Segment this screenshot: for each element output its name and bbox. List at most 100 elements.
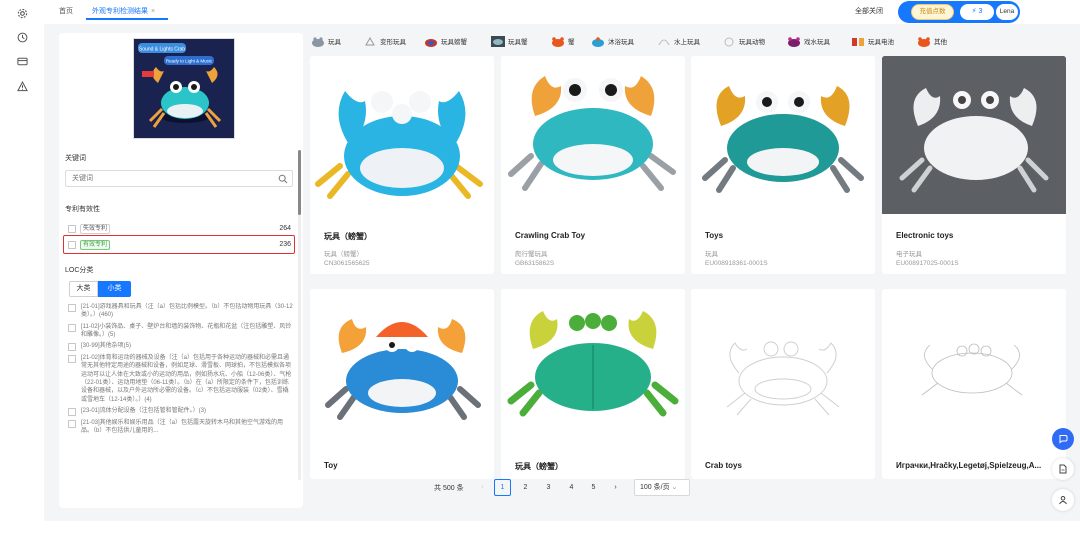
tab-detection-results[interactable]: 外观专利检测结果 × xyxy=(92,6,155,18)
card-icon[interactable] xyxy=(16,55,28,67)
category-item[interactable]: 玩具动物 xyxy=(721,31,765,51)
loc-list: [21-01]游戏器具和玩具（注（a）包括比例模型。（b）不包括动物用玩具（30… xyxy=(65,303,293,503)
keyword-input[interactable] xyxy=(66,171,266,186)
list-item[interactable]: [11-02]小装饰品、桌子、壁炉台和墙的装饰物、花瓶和花盆（注包括雕塑、风铃和… xyxy=(65,323,293,340)
loc-tab-major[interactable]: 大类 xyxy=(69,281,98,297)
per-page-value: 100 条/页 xyxy=(640,484,670,491)
crab-toy-icon xyxy=(312,36,324,47)
chat-icon[interactable] xyxy=(1052,428,1074,450)
thumb-subline: Ready to Light & Music xyxy=(166,59,213,64)
other-icon xyxy=(918,36,930,47)
category-label: 玩具蟹 xyxy=(508,39,528,46)
category-item[interactable]: 玩具螃蟹 xyxy=(423,31,467,51)
category-item[interactable]: 变形玩具 xyxy=(362,31,406,51)
active-tab-underline xyxy=(86,18,168,20)
user-icon[interactable] xyxy=(1052,489,1074,511)
result-card[interactable]: Игрaчки,Hračky,Legetøj,Spielzeug,A... xyxy=(882,289,1066,479)
card-image xyxy=(310,289,494,429)
result-card[interactable]: 玩具（螃蟹） 玩具（螃蟹） CN3061565625 xyxy=(310,56,494,274)
validity-option-invalid[interactable]: 失效专利 264 xyxy=(65,222,293,235)
category-item[interactable]: 水上玩具 xyxy=(656,31,700,51)
checkbox[interactable] xyxy=(68,343,76,352)
page-button-1[interactable]: 1 xyxy=(494,479,511,496)
page-button-5[interactable]: 5 xyxy=(585,479,602,496)
history-icon[interactable] xyxy=(16,31,28,43)
warning-icon[interactable] xyxy=(16,80,28,92)
list-item[interactable]: [21-03]其他娱乐和娱乐用品（注（a）包括露天旋转木马和其他空气游戏的用品。… xyxy=(65,419,293,436)
page-button-4[interactable]: 4 xyxy=(563,479,580,496)
result-card[interactable]: Toys 玩具 EU008918361-0001S xyxy=(691,56,875,274)
loc-item-text: [21-03]其他娱乐和娱乐用品（注（a）包括露天旋转木马和其他空气游戏的用品。… xyxy=(81,419,284,435)
recharge-button[interactable]: 充值点数 xyxy=(911,4,954,20)
card-image xyxy=(691,56,875,214)
loc-item-text: [23-01]流体分配设备（注包括管和管配件。）(3) xyxy=(81,407,207,414)
category-item[interactable]: 蟹 xyxy=(550,31,575,51)
page-button-3[interactable]: 3 xyxy=(540,479,557,496)
list-item[interactable]: [21-02]体育和运动的器械及设备（注（a）包括用于各种运动的器械和必需且通常… xyxy=(65,354,293,404)
water-toy-icon xyxy=(658,39,670,45)
close-all-button[interactable]: 全部关闭 xyxy=(855,6,883,18)
page-button-2[interactable]: 2 xyxy=(517,479,534,496)
category-item[interactable]: 玩具电池 xyxy=(850,31,894,51)
category-item[interactable]: 戏水玩具 xyxy=(786,31,830,51)
validity-label: 专利有效性 xyxy=(65,206,100,213)
close-icon[interactable]: × xyxy=(151,8,155,15)
checkbox[interactable] xyxy=(68,407,76,416)
result-card[interactable]: Crab toys xyxy=(691,289,875,479)
list-item[interactable]: [21-01]游戏器具和玩具（注（a）包括比例模型。（b）不包括动物用玩具（30… xyxy=(65,303,293,320)
category-label: 玩具螃蟹 xyxy=(441,39,467,46)
scrollbar-thumb[interactable] xyxy=(298,150,301,215)
list-item[interactable]: [30-99]其他杂项(5) xyxy=(65,342,293,352)
result-card[interactable]: Toy xyxy=(310,289,494,479)
battery-toy-icon xyxy=(852,37,864,46)
card-title: Crawling Crab Toy xyxy=(515,231,586,240)
checkbox[interactable] xyxy=(68,323,76,332)
next-page-button[interactable]: › xyxy=(607,479,624,496)
checkbox[interactable] xyxy=(68,419,76,428)
highlight-box xyxy=(63,235,295,254)
document-icon[interactable] xyxy=(1052,458,1074,480)
card-image xyxy=(310,56,494,214)
loc-item-text: [21-01]游戏器具和玩具（注（a）包括比例模型。（b）不包括动物用玩具（30… xyxy=(81,304,293,319)
points-badge[interactable]: ⚡ 3 xyxy=(960,4,994,20)
card-image xyxy=(882,56,1066,214)
category-item[interactable]: 其他 xyxy=(916,31,947,51)
category-item[interactable]: 玩具 xyxy=(310,31,341,51)
card-title: 玩具（螃蟹） xyxy=(515,462,563,471)
tab-home[interactable]: 首页 xyxy=(59,6,73,18)
loc-item-text: [11-02]小装饰品、桌子、壁炉台和墙的装饰物、花瓶和花盆（注包括雕塑、风铃和… xyxy=(81,323,292,338)
card-title: Crab toys xyxy=(705,461,742,470)
category-item[interactable]: 玩具蟹 xyxy=(490,31,528,51)
toy-crab-icon xyxy=(425,38,437,47)
list-item[interactable]: [23-01]流体分配设备（注包括管和管配件。）(3) xyxy=(65,407,293,416)
result-card[interactable]: Crawling Crab Toy 爬行蟹玩具 GB6315862S xyxy=(501,56,685,274)
checkbox[interactable] xyxy=(68,224,76,233)
left-rail xyxy=(0,0,44,557)
result-card[interactable]: 玩具（螃蟹） xyxy=(501,289,685,479)
result-card[interactable]: Electronic toys 电子玩具 EU008917025-0001S xyxy=(882,56,1066,274)
prev-page-button[interactable]: ‹ xyxy=(474,479,491,496)
card-image xyxy=(501,289,685,429)
loc-label: LOC分类 xyxy=(65,267,94,274)
category-item[interactable]: 沐浴玩具 xyxy=(590,31,634,51)
checkbox[interactable] xyxy=(68,355,76,364)
card-image xyxy=(882,289,1066,429)
card-title: Toys xyxy=(705,231,724,240)
chevron-down-icon: ⌄ xyxy=(671,484,678,491)
card-category: 玩具（螃蟹） xyxy=(324,251,363,258)
pagination-total: 共 500 条 xyxy=(434,485,464,492)
loc-item-text: [21-02]体育和运动的器械及设备（注（a）包括用于各种运动的器械和必需且通常… xyxy=(81,355,292,403)
loc-tab-minor[interactable]: 小类 xyxy=(98,281,131,297)
category-label: 其他 xyxy=(934,39,947,46)
category-label: 玩具动物 xyxy=(739,39,765,46)
keyword-field[interactable] xyxy=(65,170,293,187)
category-label: 水上玩具 xyxy=(674,39,700,46)
query-image: Sound & Lights Crab Ready to Light & Mus… xyxy=(133,38,235,139)
search-icon[interactable] xyxy=(278,174,288,184)
animal-toy-icon xyxy=(724,37,734,46)
per-page-select[interactable]: 100 条/页 ⌄ xyxy=(634,479,690,496)
user-avatar[interactable]: Lena xyxy=(996,4,1018,20)
gear-icon[interactable] xyxy=(16,7,28,19)
checkbox[interactable] xyxy=(68,304,76,312)
toy-crab-icon xyxy=(491,35,505,47)
